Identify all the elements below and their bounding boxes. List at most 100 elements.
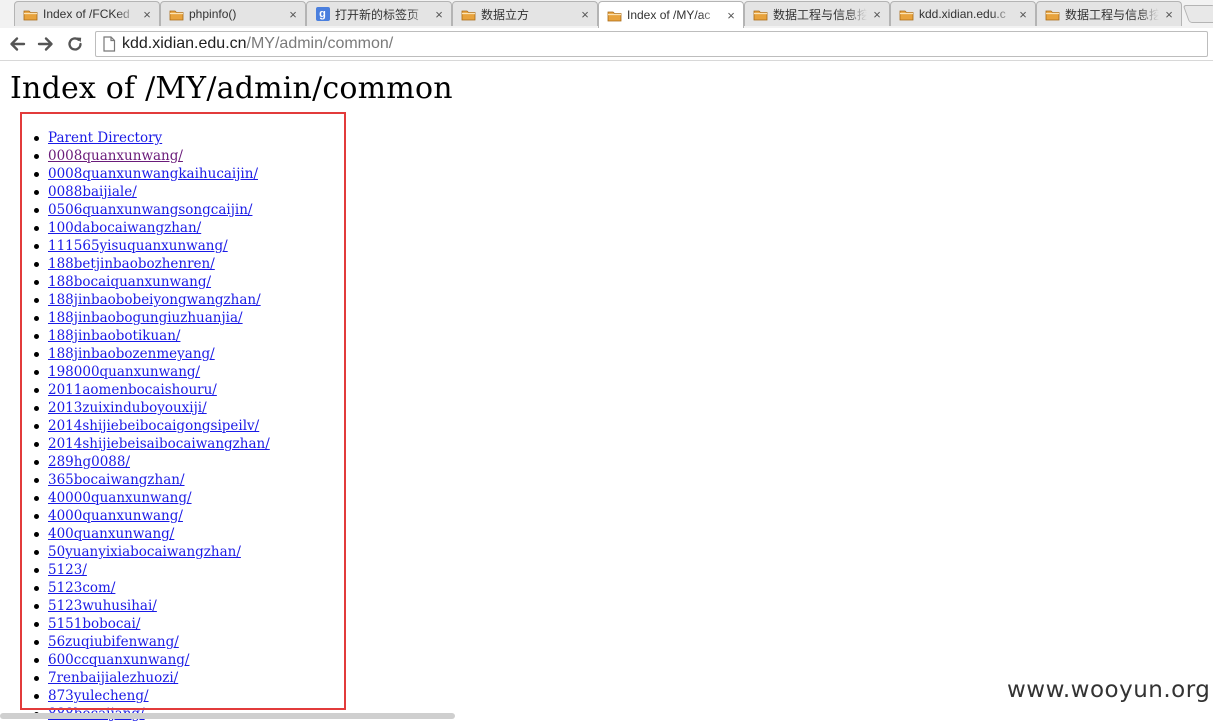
directory-link[interactable]: 198000quanxunwang/ [48, 364, 200, 380]
tab-title: 打开新的标签页 [335, 7, 420, 22]
directory-listing: Parent Directory 0008quanxunwang/0008quan… [34, 129, 270, 723]
directory-link[interactable]: 2014shijiebeisaibocaiwangzhan/ [48, 436, 270, 452]
list-item: 400quanxunwang/ [34, 525, 270, 543]
forward-button[interactable] [34, 32, 58, 56]
directory-link[interactable]: 2014shijiebeibocaigongsipeilv/ [48, 418, 259, 434]
folder-icon [899, 7, 914, 22]
reload-icon [68, 37, 82, 51]
directory-link[interactable]: 40000quanxunwang/ [48, 490, 192, 506]
list-item: 289hg0088/ [34, 453, 270, 471]
directory-link[interactable]: 0088baijiale/ [48, 184, 137, 200]
list-item: 0008quanxunwangkaihucaijin/ [34, 165, 270, 183]
directory-link[interactable]: 7renbaijialezhuozi/ [48, 670, 178, 686]
list-item: 188betjinbaobozhenren/ [34, 255, 270, 273]
browser-tab[interactable]: Index of /MY/ac × [598, 1, 744, 28]
list-item: 2014shijiebeisaibocaiwangzhan/ [34, 435, 270, 453]
back-arrow-icon [10, 37, 26, 51]
list-item: 188jinbaobobeiyongwangzhan/ [34, 291, 270, 309]
directory-link[interactable]: 600ccquanxunwang/ [48, 652, 189, 668]
list-item: 188jinbaobozenmeyang/ [34, 345, 270, 363]
tab-strip: Index of /FCKed × phpinfo() × g 打开新的标签页 × 数据立方 ×… [0, 0, 1213, 29]
list-item: 188jinbaobogungiuzhuanjia/ [34, 309, 270, 327]
list-item: 0506quanxunwangsongcaijin/ [34, 201, 270, 219]
browser-tab[interactable]: g 打开新的标签页 × [306, 1, 452, 26]
horizontal-scrollbar[interactable] [0, 713, 455, 719]
directory-link[interactable]: 111565yisuquanxunwang/ [48, 238, 228, 254]
directory-link[interactable]: 188jinbaobozenmeyang/ [48, 346, 215, 362]
back-button[interactable] [5, 32, 29, 56]
folder-icon [461, 7, 476, 22]
directory-link[interactable]: 365bocaiwangzhan/ [48, 472, 185, 488]
directory-link[interactable]: 400quanxunwang/ [48, 526, 174, 542]
directory-link[interactable]: 50yuanyixiabocaiwangzhan/ [48, 544, 241, 560]
reload-button[interactable] [63, 32, 87, 56]
list-item: 2013zuixinduboyouxiji/ [34, 399, 270, 417]
tab-close-icon[interactable]: × [1017, 7, 1029, 22]
tab-close-icon[interactable]: × [141, 7, 153, 22]
directory-link[interactable]: 188jinbaobotikuan/ [48, 328, 180, 344]
directory-link[interactable]: 0008quanxunwangkaihucaijin/ [48, 166, 258, 182]
directory-link[interactable]: 188jinbaobobeiyongwangzhan/ [48, 292, 261, 308]
forward-arrow-icon [37, 37, 53, 51]
directory-link[interactable]: 2013zuixinduboyouxiji/ [48, 400, 207, 416]
browser-tab[interactable]: kdd.xidian.edu.c × [890, 1, 1036, 26]
list-item: 40000quanxunwang/ [34, 489, 270, 507]
browser-tab[interactable]: phpinfo() × [160, 1, 306, 26]
browser-tab[interactable]: 数据工程与信息挖 × [1036, 1, 1182, 26]
tab-title: 数据工程与信息挖 [1065, 7, 1159, 22]
tab-close-icon[interactable]: × [287, 7, 299, 22]
browser-tab[interactable]: 数据立方 × [452, 1, 598, 26]
browser-tab[interactable]: 数据工程与信息挖 × [744, 1, 890, 26]
page-icon [103, 36, 116, 52]
directory-link[interactable]: 5123/ [48, 562, 87, 578]
directory-link[interactable]: 0008quanxunwang/ [48, 148, 183, 164]
list-item: Parent Directory [34, 129, 270, 147]
url-path: /MY/admin/common/ [246, 35, 394, 52]
watermark: www.wooyun.org [1007, 677, 1211, 703]
tab-title: kdd.xidian.edu.c [919, 7, 1006, 21]
tab-title: phpinfo() [189, 7, 237, 21]
directory-link[interactable]: 4000quanxunwang/ [48, 508, 183, 524]
list-item: 873yulecheng/ [34, 687, 270, 705]
directory-link[interactable]: 188bocaiquanxunwang/ [48, 274, 211, 290]
list-item: 365bocaiwangzhan/ [34, 471, 270, 489]
tab-title: Index of /FCKed [43, 7, 130, 21]
directory-link[interactable]: 2011aomenbocaishouru/ [48, 382, 217, 398]
tab-close-icon[interactable]: × [433, 7, 445, 22]
directory-link[interactable]: 5151bobocai/ [48, 616, 140, 632]
directory-link[interactable]: 289hg0088/ [48, 454, 130, 470]
folder-icon [1045, 7, 1060, 22]
folder-icon [753, 7, 768, 22]
directory-link[interactable]: 0506quanxunwangsongcaijin/ [48, 202, 252, 218]
folder-icon [23, 7, 38, 22]
list-item: 4000quanxunwang/ [34, 507, 270, 525]
directory-link[interactable]: 188betjinbaobozhenren/ [48, 256, 215, 272]
browser-toolbar: kdd.xidian.edu.cn/MY/admin/common/ [0, 28, 1213, 61]
tab-close-icon[interactable]: × [871, 7, 883, 22]
address-bar[interactable]: kdd.xidian.edu.cn/MY/admin/common/ [95, 31, 1208, 57]
parent-directory-link[interactable]: Parent Directory [48, 130, 162, 146]
list-item: 2014shijiebeibocaigongsipeilv/ [34, 417, 270, 435]
directory-link[interactable]: 5123wuhusihai/ [48, 598, 157, 614]
tab-close-icon[interactable]: × [725, 8, 737, 23]
folder-icon [607, 8, 622, 23]
url-text: kdd.xidian.edu.cn/MY/admin/common/ [122, 35, 393, 53]
google-letter: g [315, 7, 330, 21]
tab-close-icon[interactable]: × [579, 7, 591, 22]
directory-link[interactable]: 873yulecheng/ [48, 688, 149, 704]
directory-link[interactable]: 100dabocaiwangzhan/ [48, 220, 201, 236]
google-icon: g [315, 7, 330, 22]
tab-title: 数据工程与信息挖 [773, 7, 867, 22]
list-item: 100dabocaiwangzhan/ [34, 219, 270, 237]
new-tab-button[interactable] [1182, 5, 1213, 23]
tab-title: Index of /MY/ac [627, 8, 711, 22]
directory-link[interactable]: 188jinbaobogungiuzhuanjia/ [48, 310, 243, 326]
tab-title: 数据立方 [481, 7, 530, 22]
directory-link[interactable]: 56zuqiubifenwang/ [48, 634, 179, 650]
list-item: 198000quanxunwang/ [34, 363, 270, 381]
browser-tab[interactable]: Index of /FCKed × [14, 1, 160, 26]
list-item: 600ccquanxunwang/ [34, 651, 270, 669]
list-item: 0008quanxunwang/ [34, 147, 270, 165]
tab-close-icon[interactable]: × [1163, 7, 1175, 22]
directory-link[interactable]: 5123com/ [48, 580, 115, 596]
